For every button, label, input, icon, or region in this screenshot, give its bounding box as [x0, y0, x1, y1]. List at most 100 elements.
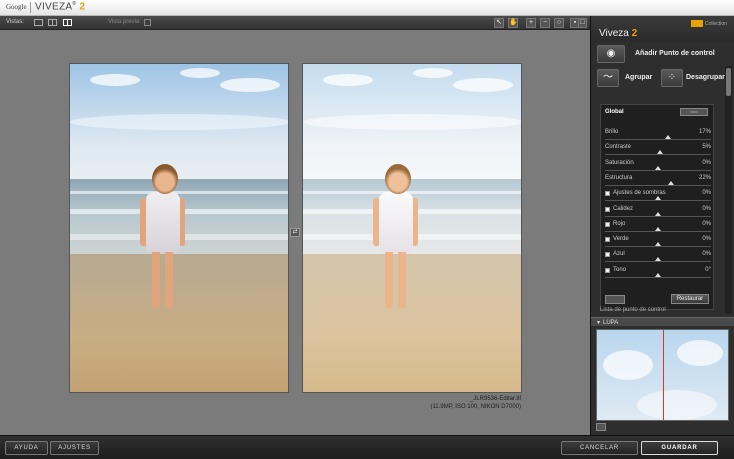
product-number: 2 [631, 28, 638, 39]
loupe-preview[interactable] [596, 329, 729, 421]
title-separator [30, 2, 31, 13]
file-info: _JLR9536-Editar.tif (11.9MP, ISO 100, NI… [431, 395, 522, 411]
zoom-fit-icon[interactable]: ○ [554, 18, 564, 28]
slider-row[interactable]: Rojo 0% [605, 221, 711, 236]
enable-checkbox[interactable] [605, 267, 610, 273]
enable-checkbox[interactable] [605, 206, 610, 212]
app-title: VIVEZA® 2 [35, 1, 86, 13]
slider-knob[interactable] [655, 211, 661, 216]
slider-track[interactable] [605, 276, 711, 278]
enable-checkbox[interactable] [605, 221, 610, 227]
slider-label: Rojo [613, 220, 626, 227]
group-row: 〜 Agrupar ⁘ Desagrupar [597, 69, 725, 89]
global-options-icon[interactable]: ▭▭ [680, 108, 708, 116]
slider-knob[interactable] [664, 135, 671, 139]
help-button[interactable]: AYUDA [5, 441, 48, 455]
slider-value: 0% [702, 251, 711, 258]
loupe-header[interactable]: ▾ LUPA [591, 317, 734, 326]
slider-row[interactable]: Tono 0° [605, 267, 711, 282]
slider-label: Verde [613, 236, 629, 243]
slider-label: Tono [613, 266, 627, 273]
slider-row[interactable]: Estructura 22% [605, 175, 711, 190]
enable-checkbox[interactable] [605, 191, 610, 197]
split-view-icon[interactable] [48, 19, 57, 26]
google-logo: Google [6, 3, 27, 11]
hand-tool-icon[interactable]: ✋ [508, 18, 518, 28]
nik-logo [691, 20, 703, 27]
slider-knob[interactable] [655, 196, 661, 201]
add-control-point-row[interactable]: ◉ Añadir Punto de control [597, 45, 725, 65]
sky-area [303, 64, 521, 179]
slider-knob[interactable] [655, 226, 661, 231]
settings-button[interactable]: AJUSTES [50, 441, 99, 455]
slider-knob[interactable] [655, 257, 661, 262]
slider-knob[interactable] [655, 272, 661, 277]
slider-row[interactable]: Brillo 17% [605, 129, 711, 144]
sand-area [70, 254, 288, 392]
cancel-button[interactable]: CANCELAR [561, 441, 638, 455]
loupe-pin-icon[interactable] [596, 423, 606, 431]
slider-row[interactable]: Saturación 0% [605, 160, 711, 175]
panel-scrollbar[interactable] [725, 66, 732, 314]
slider-track[interactable] [605, 215, 711, 217]
product-title: Viveza 2 [599, 28, 637, 39]
image-canvas[interactable]: ⇄ _JLR9536-Editar.tif (11.9MP, ISO 100, … [0, 30, 590, 435]
save-button[interactable]: GUARDAR [641, 441, 718, 455]
file-meta: (11.9MP, ISO 100, NIKON D7000) [430, 404, 522, 410]
control-panel: Collection Viveza 2 ◉ Añadir Punto de co… [590, 16, 734, 435]
scrollbar-thumb[interactable] [726, 68, 731, 96]
slider-track[interactable] [605, 230, 711, 232]
views-label: Vistas: [6, 19, 24, 25]
slider-label: Brillo [605, 129, 619, 135]
show-selection-icon[interactable] [605, 295, 625, 304]
add-control-point-label[interactable]: Añadir Punto de control [635, 50, 715, 57]
group-label[interactable]: Agrupar [625, 74, 652, 81]
ungroup-label[interactable]: Desagrupar [686, 74, 725, 81]
slider-track[interactable] [605, 184, 711, 186]
file-name: _JLR9536-Editar.tif [469, 396, 521, 402]
panel-header: Collection Viveza 2 [591, 16, 734, 42]
enable-checkbox[interactable] [605, 252, 610, 258]
slider-knob[interactable] [667, 180, 674, 185]
fullscreen-icon[interactable]: □ [578, 18, 587, 28]
app-version: 2 [79, 1, 86, 13]
edited-preview[interactable] [302, 63, 522, 393]
slider-track[interactable] [605, 154, 711, 156]
slider-value: 17% [698, 129, 711, 135]
slider-knob[interactable] [655, 242, 661, 247]
slider-row[interactable]: Calidez 0% [605, 206, 711, 221]
pointer-tool-icon[interactable]: ↖ [494, 18, 504, 28]
slider-track[interactable] [605, 200, 711, 202]
loupe-label-text: LUPA [603, 320, 619, 326]
slider-track[interactable] [605, 246, 711, 248]
slider-row[interactable]: Azul 0% [605, 251, 711, 266]
slider-track[interactable] [605, 261, 711, 263]
slider-row[interactable]: Contraste 5% [605, 144, 711, 159]
slider-value: 0% [702, 220, 711, 227]
original-preview[interactable] [69, 63, 289, 393]
slider-label: Contraste [605, 144, 632, 151]
global-title: Global [605, 109, 624, 115]
single-view-icon[interactable] [34, 19, 43, 26]
enable-checkbox[interactable] [605, 237, 610, 243]
control-point-list-label[interactable]: Lista de punto de control [600, 307, 666, 313]
control-point-icon[interactable]: ◉ [597, 45, 625, 63]
slider-knob[interactable] [657, 150, 664, 155]
restore-button[interactable]: Restaurar [671, 294, 709, 304]
slider-label: Saturación [605, 159, 634, 166]
sync-views-icon[interactable]: ⇄ [290, 228, 300, 237]
loupe-split-line [663, 330, 664, 420]
preview-checkbox[interactable] [144, 19, 151, 26]
group-icon[interactable]: 〜 [597, 69, 619, 87]
side-by-side-view-icon[interactable] [63, 19, 72, 26]
slider-row[interactable]: Verde 0% [605, 236, 711, 251]
slider-value: 5% [702, 144, 711, 151]
zoom-in-icon[interactable]: + [526, 18, 536, 28]
slider-knob[interactable] [655, 165, 661, 170]
slider-value: 22% [698, 174, 711, 181]
ungroup-icon[interactable]: ⁘ [661, 69, 683, 87]
slider-track[interactable] [605, 139, 711, 140]
slider-track[interactable] [605, 169, 711, 171]
slider-row[interactable]: Ajustes de sombras 0% [605, 190, 711, 205]
zoom-out-icon[interactable]: − [540, 18, 550, 28]
